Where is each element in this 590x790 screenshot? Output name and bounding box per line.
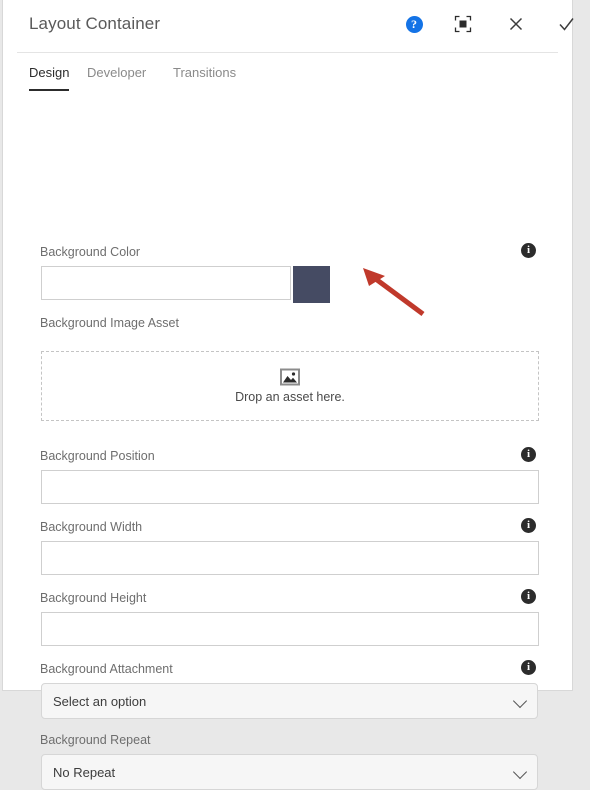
- info-icon-background-attachment[interactable]: i: [521, 660, 536, 675]
- fullscreen-icon: [454, 15, 472, 33]
- background-height-input[interactable]: [41, 612, 539, 646]
- background-width-label: Background Width: [40, 520, 143, 534]
- background-position-input[interactable]: [41, 470, 539, 504]
- confirm-button[interactable]: [551, 9, 581, 39]
- tab-design[interactable]: Design: [29, 65, 70, 91]
- expand-button[interactable]: [448, 9, 478, 39]
- background-image-asset-label: Background Image Asset: [40, 316, 179, 330]
- page-title: Layout Container: [29, 14, 161, 33]
- panel-header: Layout Container ?: [17, 0, 574, 53]
- background-width-input[interactable]: [41, 541, 539, 575]
- background-position-label: Background Position: [40, 449, 155, 463]
- background-color-label: Background Color: [40, 245, 141, 259]
- info-icon-background-width[interactable]: i: [521, 518, 536, 533]
- background-repeat-select[interactable]: No Repeat: [41, 754, 538, 790]
- info-icon-background-position[interactable]: i: [521, 447, 536, 462]
- info-icon-background-height[interactable]: i: [521, 589, 536, 604]
- background-repeat-label: Background Repeat: [40, 733, 151, 747]
- background-attachment-label: Background Attachment: [40, 662, 173, 676]
- tab-transitions[interactable]: Transitions: [173, 65, 236, 89]
- background-attachment-select[interactable]: Select an option: [41, 683, 538, 719]
- dropzone-text: Drop an asset here.: [235, 390, 345, 404]
- annotation-arrow: [363, 268, 425, 317]
- background-color-swatch[interactable]: [293, 266, 330, 303]
- background-image-dropzone[interactable]: Drop an asset here.: [41, 351, 539, 421]
- background-height-label: Background Height: [40, 591, 147, 605]
- layout-container-panel: Layout Container ? Design Developer Tran…: [2, 0, 574, 790]
- info-icon-background-color[interactable]: i: [521, 243, 536, 258]
- help-circle-icon: ?: [405, 15, 423, 33]
- tab-developer[interactable]: Developer: [87, 65, 146, 89]
- background-color-input[interactable]: [41, 266, 291, 300]
- help-button[interactable]: ?: [399, 9, 429, 39]
- close-icon: [509, 17, 523, 31]
- chevron-down-icon: [512, 764, 528, 780]
- tab-bar: Design Developer Transitions: [17, 65, 558, 103]
- chevron-down-icon: [512, 693, 528, 709]
- image-placeholder-icon: [280, 368, 300, 386]
- check-icon: [558, 17, 574, 31]
- background-repeat-value: No Repeat: [53, 765, 116, 780]
- close-button[interactable]: [501, 9, 531, 39]
